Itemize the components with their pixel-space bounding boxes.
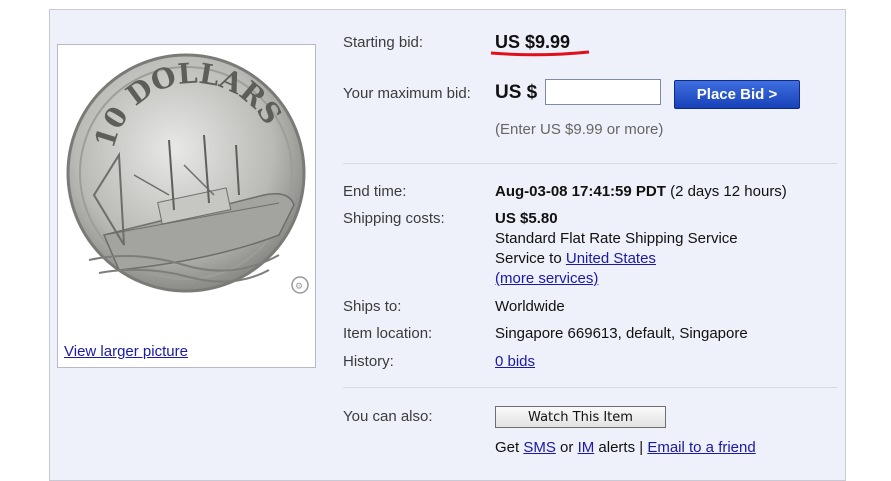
end-time-remaining: (2 days 12 hours)	[670, 183, 787, 200]
divider	[343, 387, 837, 388]
watermark-icon: ⚙	[291, 276, 309, 294]
or-text: or	[560, 439, 574, 456]
ships-to-value: Worldwide	[495, 298, 565, 315]
more-services-link[interactable]: (more services)	[495, 270, 598, 287]
item-location-value: Singapore 669613, default, Singapore	[495, 325, 748, 342]
service-to-text: Service to	[495, 250, 562, 267]
you-can-also-label: You can also:	[343, 408, 433, 425]
service-to: Service to United States	[495, 250, 656, 267]
get-text: Get	[495, 439, 520, 456]
end-time-label: End time:	[343, 183, 407, 200]
place-bid-button[interactable]: Place Bid >	[674, 80, 800, 109]
shipping-cost: US $5.80	[495, 210, 558, 227]
history-label: History:	[343, 353, 394, 370]
coin-image[interactable]: 10 DOLLARS ⚙	[64, 45, 309, 300]
item-location-label: Item location:	[343, 325, 433, 342]
alerts-line: Get SMS or IM alerts | Email to a friend	[495, 439, 756, 456]
end-time-date: Aug-03-08 17:41:59 PDT	[495, 183, 666, 200]
bid-hint: (Enter US $9.99 or more)	[495, 121, 664, 138]
sms-link[interactable]: SMS	[523, 439, 556, 456]
svg-text:⚙: ⚙	[295, 282, 303, 292]
bid-currency: US $	[495, 82, 538, 103]
view-larger-picture-link[interactable]: View larger picture	[64, 343, 188, 360]
divider	[343, 163, 837, 164]
shipping-service: Standard Flat Rate Shipping Service	[495, 230, 738, 247]
starting-bid-label: Starting bid:	[343, 34, 424, 51]
red-underline	[490, 50, 590, 57]
end-time-value: Aug-03-08 17:41:59 PDT (2 days 12 hours)	[495, 183, 787, 200]
email-friend-link[interactable]: Email to a friend	[647, 439, 755, 456]
shipping-label: Shipping costs:	[343, 210, 445, 227]
united-states-link[interactable]: United States	[566, 250, 656, 267]
max-bid-label: Your maximum bid:	[343, 85, 471, 102]
bids-history-link[interactable]: 0 bids	[495, 353, 535, 370]
alerts-text: alerts |	[598, 439, 644, 456]
max-bid-input[interactable]	[545, 79, 661, 105]
im-link[interactable]: IM	[578, 439, 595, 456]
ships-to-label: Ships to:	[343, 298, 402, 315]
item-thumbnail[interactable]: 10 DOLLARS ⚙ View larger picture	[57, 44, 316, 368]
watch-item-button[interactable]: Watch This Item	[495, 406, 666, 428]
